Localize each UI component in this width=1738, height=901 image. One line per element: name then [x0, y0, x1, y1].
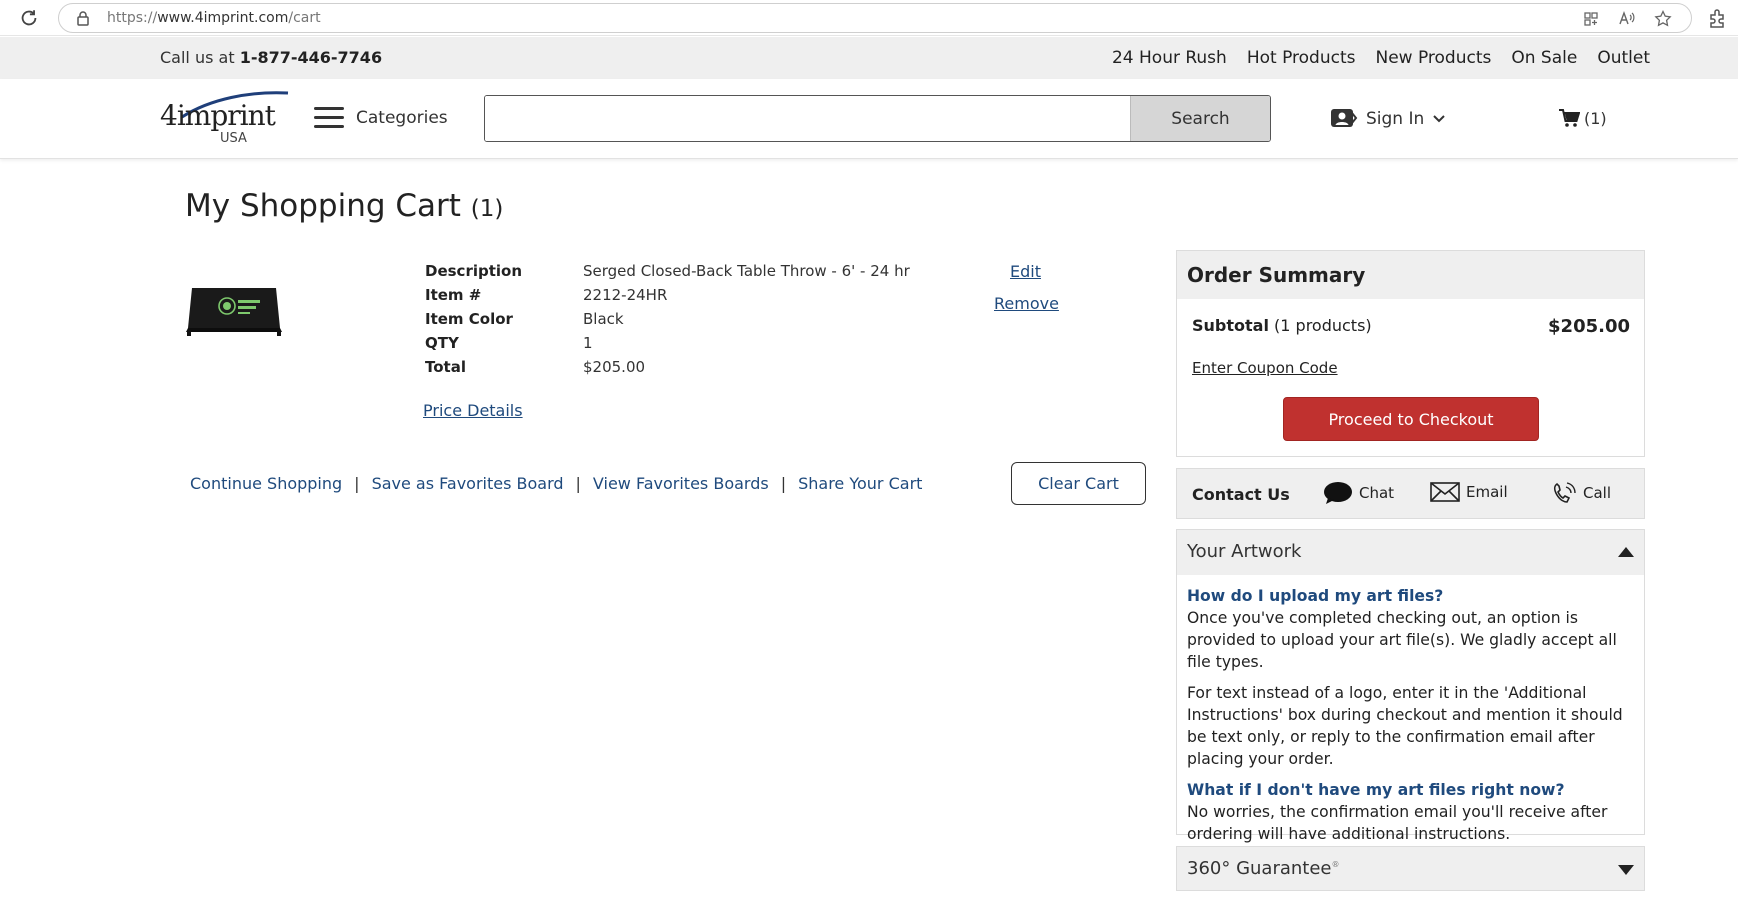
value-description: Serged Closed-Back Table Throw - 6' - 24…: [583, 262, 910, 280]
page-title-text: My Shopping Cart: [185, 188, 461, 224]
site-header: 4imprint USA Categories Search Sign In (…: [0, 79, 1738, 159]
cart-link[interactable]: (1): [1558, 108, 1607, 128]
nav-outlet[interactable]: Outlet: [1597, 48, 1650, 68]
search-input[interactable]: [485, 96, 1130, 141]
phone-number[interactable]: 1-877-446-7746: [240, 48, 382, 67]
call-label: Call: [1583, 484, 1612, 502]
sign-in-menu[interactable]: Sign In: [1330, 107, 1446, 131]
faq-text-answer: For text instead of a logo, enter it in …: [1187, 684, 1623, 768]
contact-us-label: Contact Us: [1192, 485, 1290, 504]
subtotal-label: Subtotal (1 products): [1192, 316, 1372, 335]
address-bar[interactable]: https://www.4imprint.com/cart: [58, 3, 1692, 33]
separator: |: [575, 474, 581, 493]
clear-cart-button[interactable]: Clear Cart: [1011, 462, 1146, 505]
faq-no-files-question: What if I don't have my art files right …: [1187, 781, 1565, 799]
separator: |: [354, 474, 360, 493]
lock-icon[interactable]: [75, 10, 91, 26]
page-title-count: (1): [470, 196, 504, 222]
your-artwork-panel: Your Artwork How do I upload my art file…: [1176, 529, 1645, 843]
label-item-color: Item Color: [425, 310, 513, 328]
chat-bubble-icon: [1324, 482, 1352, 504]
registered-mark: ®: [1331, 860, 1340, 869]
reload-icon[interactable]: [18, 7, 40, 29]
enter-coupon-link[interactable]: Enter Coupon Code: [1192, 359, 1338, 377]
subtotal-products: (1 products): [1274, 316, 1372, 335]
label-item-number: Item #: [425, 286, 482, 304]
nav-24-hour-rush[interactable]: 24 Hour Rush: [1112, 48, 1227, 68]
account-card-icon: [1331, 109, 1358, 127]
chat-button[interactable]: Chat: [1323, 481, 1394, 505]
email-label: Email: [1466, 483, 1508, 501]
email-button[interactable]: Email: [1430, 481, 1508, 503]
faq-upload-question: How do I upload my art files?: [1187, 587, 1444, 605]
app-available-icon[interactable]: [1581, 9, 1601, 29]
subtotal-value: $205.00: [1548, 316, 1630, 337]
url-scheme: https://: [107, 10, 158, 26]
caret-down-icon: [1618, 865, 1634, 875]
value-item-number: 2212-24HR: [583, 286, 668, 304]
site-logo[interactable]: 4imprint USA: [160, 89, 290, 149]
extensions-icon[interactable]: [1706, 7, 1728, 29]
search-button[interactable]: Search: [1130, 96, 1270, 141]
guarantee-title: 360° Guarantee®: [1187, 858, 1340, 879]
cart-icon: [1559, 109, 1580, 127]
your-artwork-header[interactable]: Your Artwork: [1177, 530, 1644, 575]
guarantee-panel[interactable]: 360° Guarantee®: [1176, 846, 1645, 891]
utility-bar: Call us at 1-877-446-7746 24 Hour Rush H…: [0, 37, 1738, 79]
order-summary-title: Order Summary: [1177, 251, 1644, 299]
favorite-star-icon[interactable]: [1653, 9, 1673, 29]
nav-on-sale[interactable]: On Sale: [1511, 48, 1577, 68]
call-button[interactable]: Call: [1551, 481, 1611, 505]
url-path: /cart: [288, 10, 321, 26]
value-qty: 1: [583, 334, 593, 352]
url-host: www.4imprint.com: [157, 10, 289, 26]
product-thumbnail[interactable]: [184, 284, 284, 336]
order-summary-panel: Order Summary Subtotal (1 products) $205…: [1176, 250, 1645, 457]
call-us: Call us at 1-877-446-7746: [160, 48, 382, 67]
sign-in-label: Sign In: [1366, 109, 1425, 129]
share-cart-link[interactable]: Share Your Cart: [798, 474, 922, 493]
remove-item-link[interactable]: Remove: [994, 294, 1059, 313]
edit-item-link[interactable]: Edit: [1010, 262, 1041, 281]
faq-no-files-answer: No worries, the confirmation email you'l…: [1187, 803, 1608, 843]
faq-upload-answer: Once you've completed checking out, an o…: [1187, 609, 1617, 671]
continue-shopping-link[interactable]: Continue Shopping: [190, 474, 342, 493]
guarantee-title-text: 360° Guarantee: [1187, 858, 1332, 879]
your-artwork-body: How do I upload my art files? Once you'v…: [1177, 575, 1644, 845]
view-favorites-boards-link[interactable]: View Favorites Boards: [593, 474, 769, 493]
search-form: Search: [484, 95, 1271, 142]
cart-actions: Continue Shopping | Save as Favorites Bo…: [190, 474, 922, 493]
page-title: My Shopping Cart (1): [185, 188, 503, 224]
your-artwork-title: Your Artwork: [1187, 541, 1302, 562]
label-total: Total: [425, 358, 466, 376]
value-total: $205.00: [583, 358, 646, 376]
save-favorites-board-link[interactable]: Save as Favorites Board: [372, 474, 564, 493]
read-aloud-icon[interactable]: [1617, 9, 1637, 29]
categories-link[interactable]: Categories: [356, 108, 448, 128]
hamburger-menu-icon[interactable]: [314, 107, 344, 129]
item-details: Description Serged Closed-Back Table Thr…: [425, 262, 943, 376]
subtotal-label-text: Subtotal: [1192, 316, 1269, 335]
chevron-down-icon: [1433, 115, 1445, 123]
price-details-link[interactable]: Price Details: [423, 401, 523, 420]
utility-nav: 24 Hour Rush Hot Products New Products O…: [1112, 48, 1650, 68]
url-text[interactable]: https://www.4imprint.com/cart: [107, 10, 321, 26]
logo-country: USA: [220, 131, 247, 146]
phone-icon: [1553, 482, 1576, 503]
chat-label: Chat: [1359, 484, 1395, 502]
call-prefix: Call us at: [160, 48, 235, 67]
caret-up-icon: [1618, 547, 1634, 557]
nav-hot-products[interactable]: Hot Products: [1247, 48, 1356, 68]
value-item-color: Black: [583, 310, 624, 328]
proceed-to-checkout-button[interactable]: Proceed to Checkout: [1283, 397, 1539, 441]
separator: |: [780, 474, 787, 493]
browser-toolbar: https://www.4imprint.com/cart: [0, 0, 1738, 36]
logo-word: 4imprint: [160, 99, 276, 132]
envelope-icon: [1430, 482, 1460, 502]
cart-count: (1): [1584, 108, 1607, 128]
nav-new-products[interactable]: New Products: [1375, 48, 1491, 68]
contact-us-bar: Contact Us Chat Email Call: [1176, 468, 1645, 519]
label-description: Description: [425, 262, 523, 280]
label-qty: QTY: [425, 334, 459, 352]
